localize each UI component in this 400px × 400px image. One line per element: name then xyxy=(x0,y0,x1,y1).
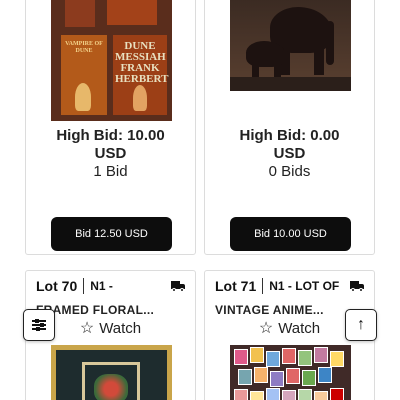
truck-icon xyxy=(171,281,185,292)
lot-card[interactable]: VAMPIRE OF DUNE DUNE MESSIAH FRANK HERBE… xyxy=(25,0,196,255)
bid-button[interactable]: Bid 10.00 USD xyxy=(230,217,351,251)
book-title: VAMPIRE OF DUNE xyxy=(65,41,103,54)
book-cover xyxy=(65,0,95,27)
high-bid-currency: USD xyxy=(94,145,127,162)
lot-image[interactable] xyxy=(230,345,351,400)
bid-count: 0 Bids xyxy=(268,163,311,180)
lot-image[interactable] xyxy=(230,0,351,91)
filter-button[interactable] xyxy=(23,309,55,341)
scroll-to-top-button[interactable]: ↑ xyxy=(345,309,377,341)
high-bid: High Bid: 0.00 xyxy=(239,127,340,144)
bid-count: 1 Bid xyxy=(93,163,128,180)
star-icon: ☆ xyxy=(258,319,274,337)
bid-info: High Bid: 10.00 USD 1 Bid xyxy=(26,127,195,181)
watch-label: Watch xyxy=(278,320,321,337)
lot-title-continued[interactable]: VINTAGE ANIME... xyxy=(215,303,364,317)
lot-title[interactable]: N1 - LOT OF xyxy=(269,279,339,293)
high-bid-currency: USD xyxy=(273,145,306,162)
lot-number: Lot 70 xyxy=(36,278,78,294)
lot-title-continued[interactable]: FRAMED FLORAL... xyxy=(36,303,185,317)
high-bid: High Bid: 10.00 xyxy=(56,127,165,144)
arrow-up-icon: ↑ xyxy=(357,316,365,333)
truck-icon xyxy=(350,281,364,292)
book-title: DUNE MESSIAH FRANK HERBERT xyxy=(115,40,169,85)
sliders-icon xyxy=(32,319,46,331)
star-icon: ☆ xyxy=(79,319,95,337)
lot-image[interactable] xyxy=(51,345,172,400)
lot-card[interactable]: High Bid: 0.00 USD 0 Bids Bid 10.00 USD xyxy=(204,0,375,255)
lot-image[interactable]: VAMPIRE OF DUNE DUNE MESSIAH FRANK HERBE… xyxy=(51,0,172,121)
lot-number: Lot 71 xyxy=(215,278,257,294)
lot-title[interactable]: N1 - xyxy=(90,279,113,293)
divider xyxy=(262,278,264,294)
bid-info: High Bid: 0.00 USD 0 Bids xyxy=(205,127,374,181)
divider xyxy=(83,278,85,294)
watch-label: Watch xyxy=(99,320,142,337)
bid-button[interactable]: Bid 12.50 USD xyxy=(51,217,172,251)
book-cover xyxy=(107,0,157,25)
